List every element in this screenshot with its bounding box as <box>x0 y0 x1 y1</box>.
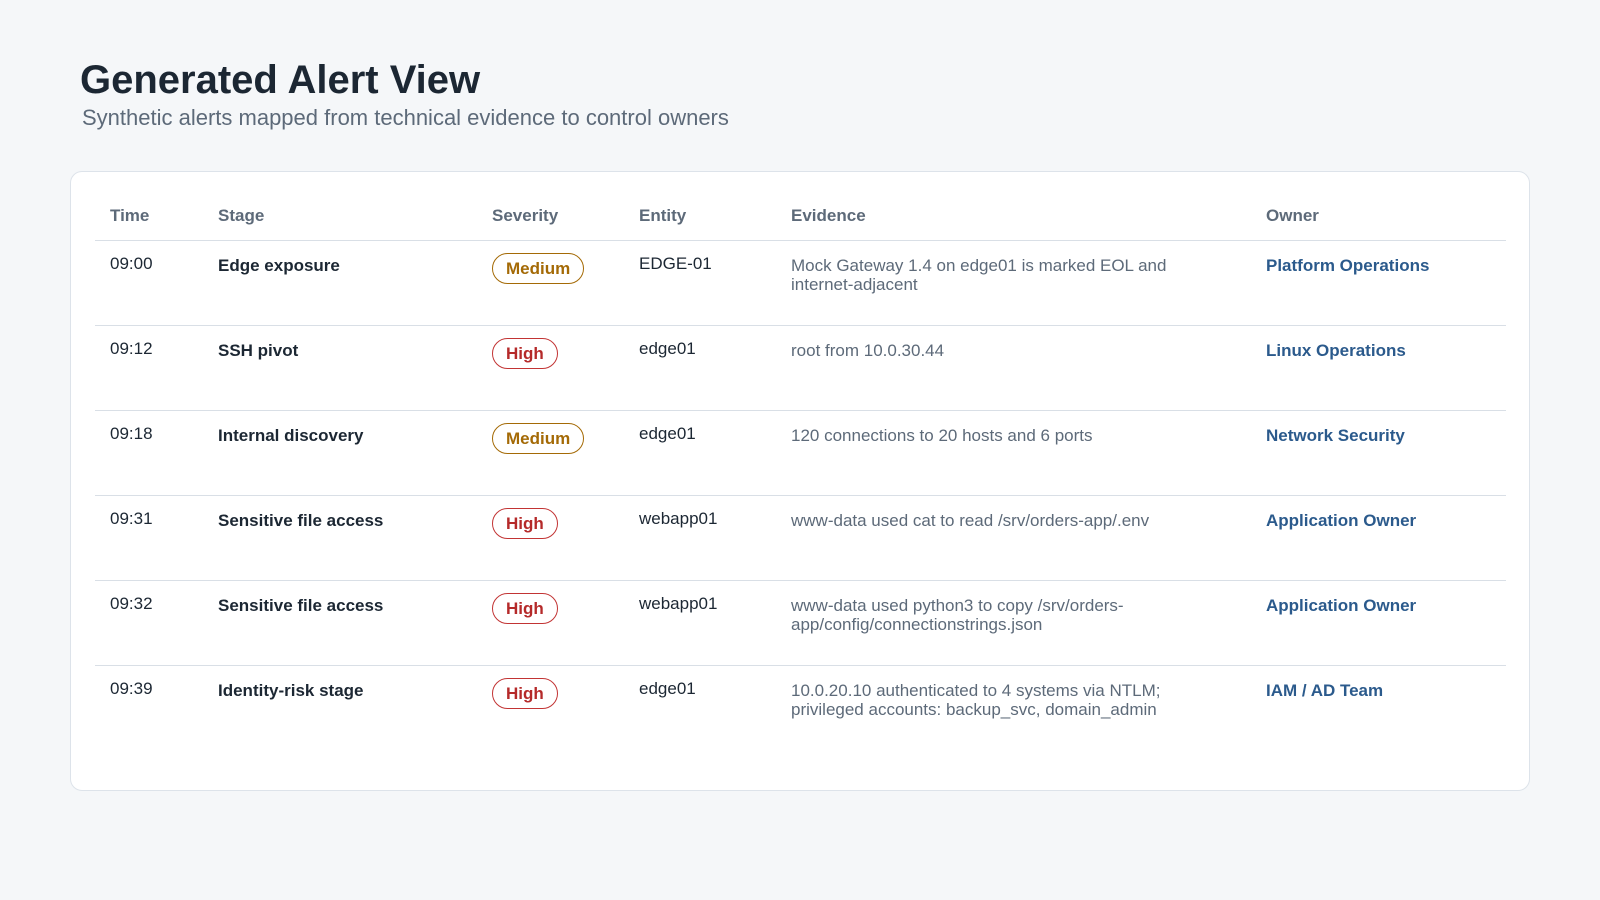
table-body: 09:00 Edge exposure Medium EDGE-01 Mock … <box>95 240 1506 751</box>
severity-badge: Medium <box>492 253 585 284</box>
column-header-evidence[interactable]: Evidence <box>776 192 1251 241</box>
cell-time: 09:39 <box>110 679 153 698</box>
owner-link[interactable]: Linux Operations <box>1251 325 1506 411</box>
cell-entity: EDGE-01 <box>624 240 776 326</box>
cell-time: 09:31 <box>95 495 203 581</box>
cell-stage: Internal discovery <box>203 410 477 496</box>
cell-entity: webapp01 <box>624 495 776 581</box>
cell-entity: edge01 <box>624 410 776 496</box>
table-row[interactable]: 09:31 Sensitive file access High webapp0… <box>95 495 1506 581</box>
cell-severity: High <box>477 666 624 751</box>
owner-link[interactable]: IAM / AD Team <box>1251 666 1506 751</box>
severity-badge: Medium <box>492 423 585 454</box>
cell-stage: Sensitive file access <box>203 580 477 666</box>
cell-time: 09:00 <box>95 240 203 326</box>
cell-evidence: root from 10.0.30.44 <box>776 325 1251 411</box>
severity-badge: High <box>492 338 558 369</box>
cell-evidence: Mock Gateway 1.4 on edge01 is marked EOL… <box>776 240 1251 326</box>
cell-stage: SSH pivot <box>203 325 477 411</box>
table-row[interactable]: 09:32 Sensitive file access High webapp0… <box>95 580 1506 666</box>
table-row[interactable]: 09:00 Edge exposure Medium EDGE-01 Mock … <box>95 240 1506 326</box>
cell-entity: webapp01 <box>624 580 776 666</box>
cell-time: 09:18 <box>95 410 203 496</box>
cell-severity: Medium <box>477 240 624 326</box>
cell-severity: High <box>477 325 624 411</box>
column-header-owner[interactable]: Owner <box>1251 192 1506 241</box>
cell-time: 09:32 <box>95 580 203 666</box>
severity-badge: High <box>492 593 558 624</box>
alerts-table: Time Stage Severity Entity Evidence Owne… <box>95 192 1506 750</box>
cell-evidence: www-data used python3 to copy /srv/order… <box>776 580 1251 666</box>
header-row: Time Stage Severity Entity Evidence Owne… <box>95 192 1506 241</box>
cell-evidence: 120 connections to 20 hosts and 6 ports <box>776 410 1251 496</box>
owner-link[interactable]: Platform Operations <box>1251 240 1506 326</box>
owner-link[interactable]: Network Security <box>1251 410 1506 496</box>
table-row[interactable]: 09:18 Internal discovery Medium edge01 1… <box>95 410 1506 496</box>
table-row[interactable]: 09:12 SSH pivot High edge01 root from 10… <box>95 325 1506 411</box>
severity-badge: High <box>492 678 558 709</box>
cell-severity: High <box>477 495 624 581</box>
severity-badge: High <box>492 508 558 539</box>
owner-link[interactable]: Application Owner <box>1251 495 1506 581</box>
cell-severity: High <box>477 580 624 666</box>
table-row[interactable]: 09:39 Identity-risk stage High edge01 10… <box>95 666 1506 751</box>
alerts-card: Time Stage Severity Entity Evidence Owne… <box>70 171 1530 791</box>
owner-link[interactable]: Application Owner <box>1251 580 1506 666</box>
column-header-entity[interactable]: Entity <box>624 192 776 241</box>
page-title: Generated Alert View <box>80 58 481 102</box>
cell-evidence: 10.0.20.10 authenticated to 4 systems vi… <box>791 681 1161 719</box>
cell-stage: Edge exposure <box>203 240 477 326</box>
cell-time: 09:12 <box>95 325 203 411</box>
cell-entity: edge01 <box>639 679 696 698</box>
cell-severity: Medium <box>477 410 624 496</box>
column-header-stage[interactable]: Stage <box>203 192 477 241</box>
column-header-severity[interactable]: Severity <box>477 192 624 241</box>
page-subtitle: Synthetic alerts mapped from technical e… <box>82 105 729 130</box>
cell-stage: Identity-risk stage <box>218 681 364 700</box>
cell-entity: edge01 <box>624 325 776 411</box>
column-header-time[interactable]: Time <box>95 192 203 241</box>
cell-stage: Sensitive file access <box>203 495 477 581</box>
table-header: Time Stage Severity Entity Evidence Owne… <box>95 192 1506 241</box>
cell-evidence: www-data used cat to read /srv/orders-ap… <box>776 495 1251 581</box>
